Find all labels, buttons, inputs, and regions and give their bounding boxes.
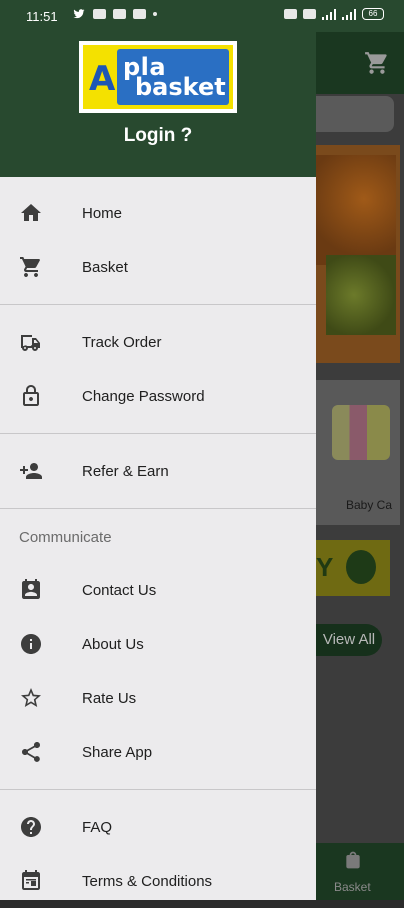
navigation-drawer: A pla basket Login ? Home Basket Track O…	[0, 0, 316, 900]
menu-item-label: Share App	[82, 744, 153, 761]
notification-icon	[93, 9, 106, 19]
menu-item-label: Rate Us	[82, 690, 137, 707]
signal-icon	[322, 8, 336, 20]
star-icon	[21, 688, 41, 707]
promo-banner[interactable]: Y	[316, 540, 390, 596]
menu-item-faq[interactable]: FAQ	[0, 800, 316, 854]
info-icon	[21, 634, 41, 654]
hd-icon	[284, 9, 297, 19]
hero-banner[interactable]	[316, 145, 400, 363]
menu-item-label: Change Password	[82, 388, 205, 405]
menu-item-share-app[interactable]: Share App	[0, 725, 316, 779]
menu-item-label: Track Order	[82, 334, 162, 351]
menu-item-home[interactable]: Home	[0, 186, 316, 240]
app-toolbar	[316, 32, 404, 94]
drawer-menu: Home Basket Track Order Change Password …	[0, 186, 316, 908]
lock-icon	[23, 385, 39, 406]
search-bar[interactable]	[316, 96, 394, 132]
contact-card-icon	[22, 579, 40, 599]
menu-item-label: About Us	[82, 636, 144, 653]
section-title-communicate: Communicate	[0, 509, 316, 563]
help-icon	[21, 817, 41, 837]
notification-icons	[72, 8, 157, 20]
product-label: Baby Ca	[346, 498, 393, 512]
menu-item-track-order[interactable]: Track Order	[0, 315, 316, 369]
product-card[interactable]: Baby Ca	[316, 380, 400, 525]
product-image	[332, 405, 390, 460]
view-all-button[interactable]: View All	[316, 624, 382, 656]
menu-item-label: FAQ	[82, 819, 113, 836]
menu-item-rate-us[interactable]: Rate Us	[0, 671, 316, 725]
bottom-nav-basket-label[interactable]: Basket	[334, 880, 371, 894]
twitter-icon	[73, 9, 85, 19]
signal-2-icon	[342, 8, 356, 20]
share-icon	[22, 742, 40, 762]
home-icon	[21, 204, 41, 221]
more-dot-icon	[153, 12, 157, 16]
bottom-nav: Basket	[316, 843, 404, 900]
leaf-icon	[346, 550, 376, 584]
vowifi-icon	[303, 9, 316, 19]
menu-item-about-us[interactable]: About Us	[0, 617, 316, 671]
menu-item-label: Terms & Conditions	[82, 873, 213, 890]
menu-item-change-password[interactable]: Change Password	[0, 369, 316, 423]
status-time: 11:51	[26, 9, 58, 24]
menu-item-contact-us[interactable]: Contact Us	[0, 563, 316, 617]
menu-item-refer-earn[interactable]: Refer & Earn	[0, 444, 316, 498]
menu-item-basket[interactable]: Basket	[0, 240, 316, 294]
truck-icon	[21, 335, 40, 351]
screen-icon	[133, 9, 146, 19]
menu-item-label: Contact Us	[82, 582, 157, 599]
shopping-bag-icon[interactable]	[343, 849, 363, 871]
battery-icon: 66	[362, 8, 384, 20]
status-bar: 11:51 66	[0, 0, 404, 32]
system-icons: 66	[284, 8, 384, 20]
banner-text: Y	[316, 552, 334, 582]
menu-item-label: Refer & Earn	[82, 463, 169, 480]
section-title-label: Communicate	[19, 529, 112, 546]
login-link[interactable]: Login ?	[0, 125, 316, 147]
app-logo: A pla basket	[79, 41, 237, 113]
add-person-icon	[20, 463, 42, 479]
cart-icon	[20, 257, 40, 277]
mail-icon	[113, 9, 126, 19]
cart-icon[interactable]	[364, 50, 390, 76]
menu-item-label: Basket	[82, 259, 128, 276]
calendar-icon	[22, 870, 40, 890]
menu-item-label: Home	[82, 205, 123, 222]
